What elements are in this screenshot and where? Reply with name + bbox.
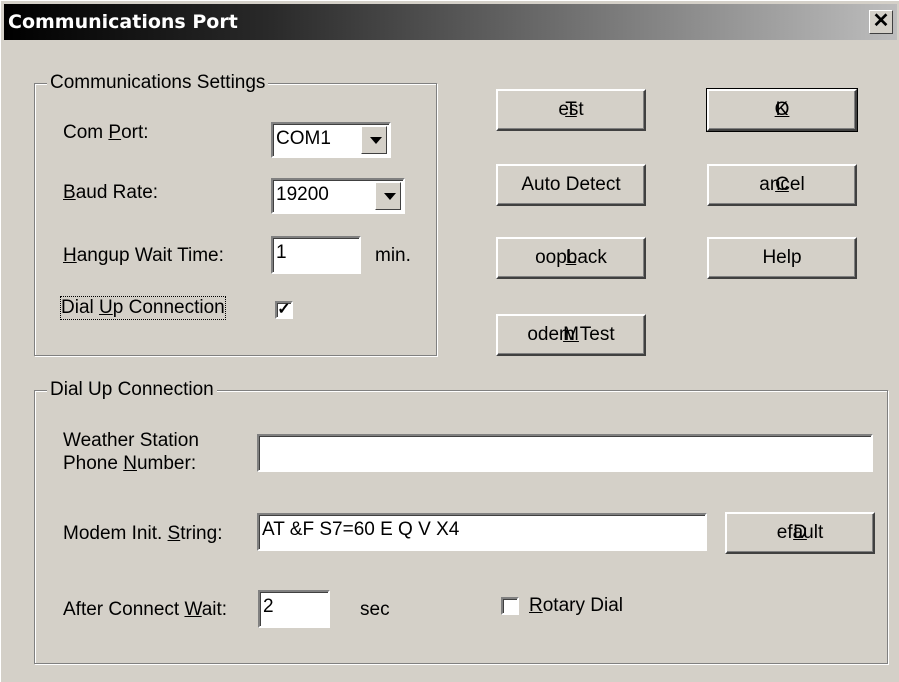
com-port-dropdown[interactable]: COM1 [271, 122, 391, 158]
baud-rate-label: Baud Rate: [63, 182, 159, 203]
after-connect-wait-unit: sec [360, 599, 390, 620]
rotary-dial-checkbox[interactable] [501, 597, 519, 615]
cancel-button[interactable]: Cancel [707, 164, 857, 206]
test-button[interactable]: Test [496, 89, 646, 131]
ok-button[interactable]: OK [706, 88, 858, 132]
dialup-connection-legend: Dial Up Connection [47, 379, 217, 401]
loopback-button[interactable]: Loopback [496, 237, 646, 279]
com-port-value: COM1 [276, 128, 331, 149]
modem-init-string-label: Modem Init. String: [63, 523, 223, 544]
close-icon: ✕ [872, 10, 890, 32]
chevron-down-icon[interactable] [375, 182, 401, 210]
com-port-label: Com Port: [63, 122, 149, 143]
after-connect-wait-value: 2 [263, 596, 274, 617]
auto-detect-button[interactable]: Auto Detect [496, 164, 646, 206]
hangup-wait-label: Hangup Wait Time: [63, 245, 224, 266]
close-button[interactable]: ✕ [869, 10, 893, 34]
after-connect-wait-label: After Connect Wait: [63, 599, 228, 620]
communications-settings-legend: Communications Settings [47, 72, 269, 94]
hangup-unit-label: min. [375, 245, 411, 266]
phone-number-label: Weather Station Phone Number: [63, 430, 199, 474]
chevron-down-icon[interactable] [361, 126, 387, 154]
phone-number-input[interactable] [257, 434, 873, 472]
default-button[interactable]: Default [725, 512, 875, 554]
title-bar[interactable]: Communications Port ✕ [4, 4, 897, 40]
hangup-wait-value: 1 [276, 242, 287, 263]
modem-test-button[interactable]: Modem Test [496, 314, 646, 356]
baud-rate-value: 19200 [276, 184, 329, 205]
modem-init-string-input[interactable]: AT &F S7=60 E Q V X4 [257, 513, 707, 551]
help-button[interactable]: Help [707, 237, 857, 279]
dialup-connection-checkbox[interactable]: ✓ [275, 301, 293, 319]
baud-rate-dropdown[interactable]: 19200 [271, 178, 405, 214]
communications-port-dialog: Communications Port ✕ Communications Set… [0, 0, 899, 682]
dialup-connection-checkbox-label[interactable]: Dial Up Connection [60, 296, 226, 320]
check-icon: ✓ [277, 301, 291, 318]
hangup-wait-input[interactable]: 1 [271, 236, 361, 274]
rotary-dial-label[interactable]: Rotary Dial [529, 595, 623, 617]
window-title: Communications Port [8, 11, 238, 33]
after-connect-wait-input[interactable]: 2 [258, 590, 330, 628]
modem-init-string-value: AT &F S7=60 E Q V X4 [262, 519, 460, 540]
